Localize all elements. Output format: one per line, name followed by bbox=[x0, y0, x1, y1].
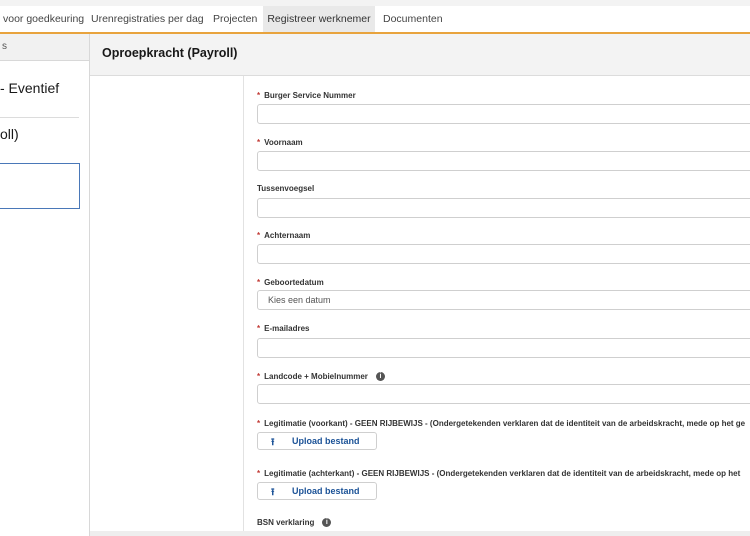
email-input[interactable] bbox=[257, 338, 750, 358]
achternaam-input[interactable] bbox=[257, 244, 750, 264]
tab-projecten[interactable]: Projecten bbox=[213, 6, 257, 32]
upload-icon: ⭱ bbox=[271, 437, 275, 448]
tab-bar: voor goedkeuring Urenregistraties per da… bbox=[0, 6, 750, 34]
bottom-scroll-strip bbox=[90, 531, 750, 536]
legitimatie-achterkant-label: * Legitimatie (achterkant) - GEEN RIJBEWI… bbox=[257, 469, 741, 478]
voornaam-input[interactable] bbox=[257, 151, 750, 171]
mobiel-input[interactable] bbox=[257, 384, 750, 404]
sidebar-divider bbox=[0, 117, 79, 118]
sidebar-header: s bbox=[0, 34, 89, 61]
sidebar-item-payroll[interactable]: oll) bbox=[0, 126, 19, 142]
bsn-label: * Burger Service Nummer bbox=[257, 91, 356, 100]
tab-urenregistraties-per-dag[interactable]: Urenregistraties per dag bbox=[91, 6, 204, 32]
tab-documenten[interactable]: Documenten bbox=[383, 6, 443, 32]
form-divider bbox=[243, 76, 244, 536]
tab-voor-goedkeuring[interactable]: voor goedkeuring bbox=[3, 6, 84, 32]
sidebar-item-eventief[interactable]: - Eventief bbox=[0, 80, 59, 96]
legitimatie-voorkant-label: * Legitimatie (voorkant) - GEEN RIJBEWIJS… bbox=[257, 419, 746, 428]
upload-icon: ⭱ bbox=[271, 487, 275, 498]
tussenvoegsel-input[interactable] bbox=[257, 198, 750, 218]
voornaam-label: * Voornaam bbox=[257, 138, 303, 147]
mobiel-label: * Landcode + Mobielnummer i bbox=[257, 372, 385, 382]
sidebar-divider-vertical bbox=[89, 34, 90, 536]
upload-achterkant-button[interactable]: ⭱ Upload bestand bbox=[257, 482, 377, 500]
geboortedatum-placeholder: Kies een datum bbox=[268, 295, 331, 305]
achternaam-label: * Achternaam bbox=[257, 231, 311, 240]
tab-registreer-werknemer[interactable]: Registreer werknemer bbox=[263, 6, 375, 32]
geboortedatum-input[interactable]: Kies een datum bbox=[257, 290, 750, 310]
sidebar-item-selected[interactable] bbox=[0, 163, 80, 209]
bsn-input[interactable] bbox=[257, 104, 750, 124]
email-label: * E-mailadres bbox=[257, 324, 310, 333]
page-title: Oproepkracht (Payroll) bbox=[102, 46, 238, 60]
upload-voorkant-button[interactable]: ⭱ Upload bestand bbox=[257, 432, 377, 450]
bsn-verklaring-label: BSN verklaring i bbox=[257, 518, 332, 528]
info-icon[interactable]: i bbox=[375, 372, 385, 382]
info-icon[interactable]: i bbox=[322, 518, 332, 528]
main-header: Oproepkracht (Payroll) bbox=[90, 34, 750, 76]
geboortedatum-label: * Geboortedatum bbox=[257, 278, 324, 287]
tussenvoegsel-label: Tussenvoegsel bbox=[257, 184, 315, 193]
